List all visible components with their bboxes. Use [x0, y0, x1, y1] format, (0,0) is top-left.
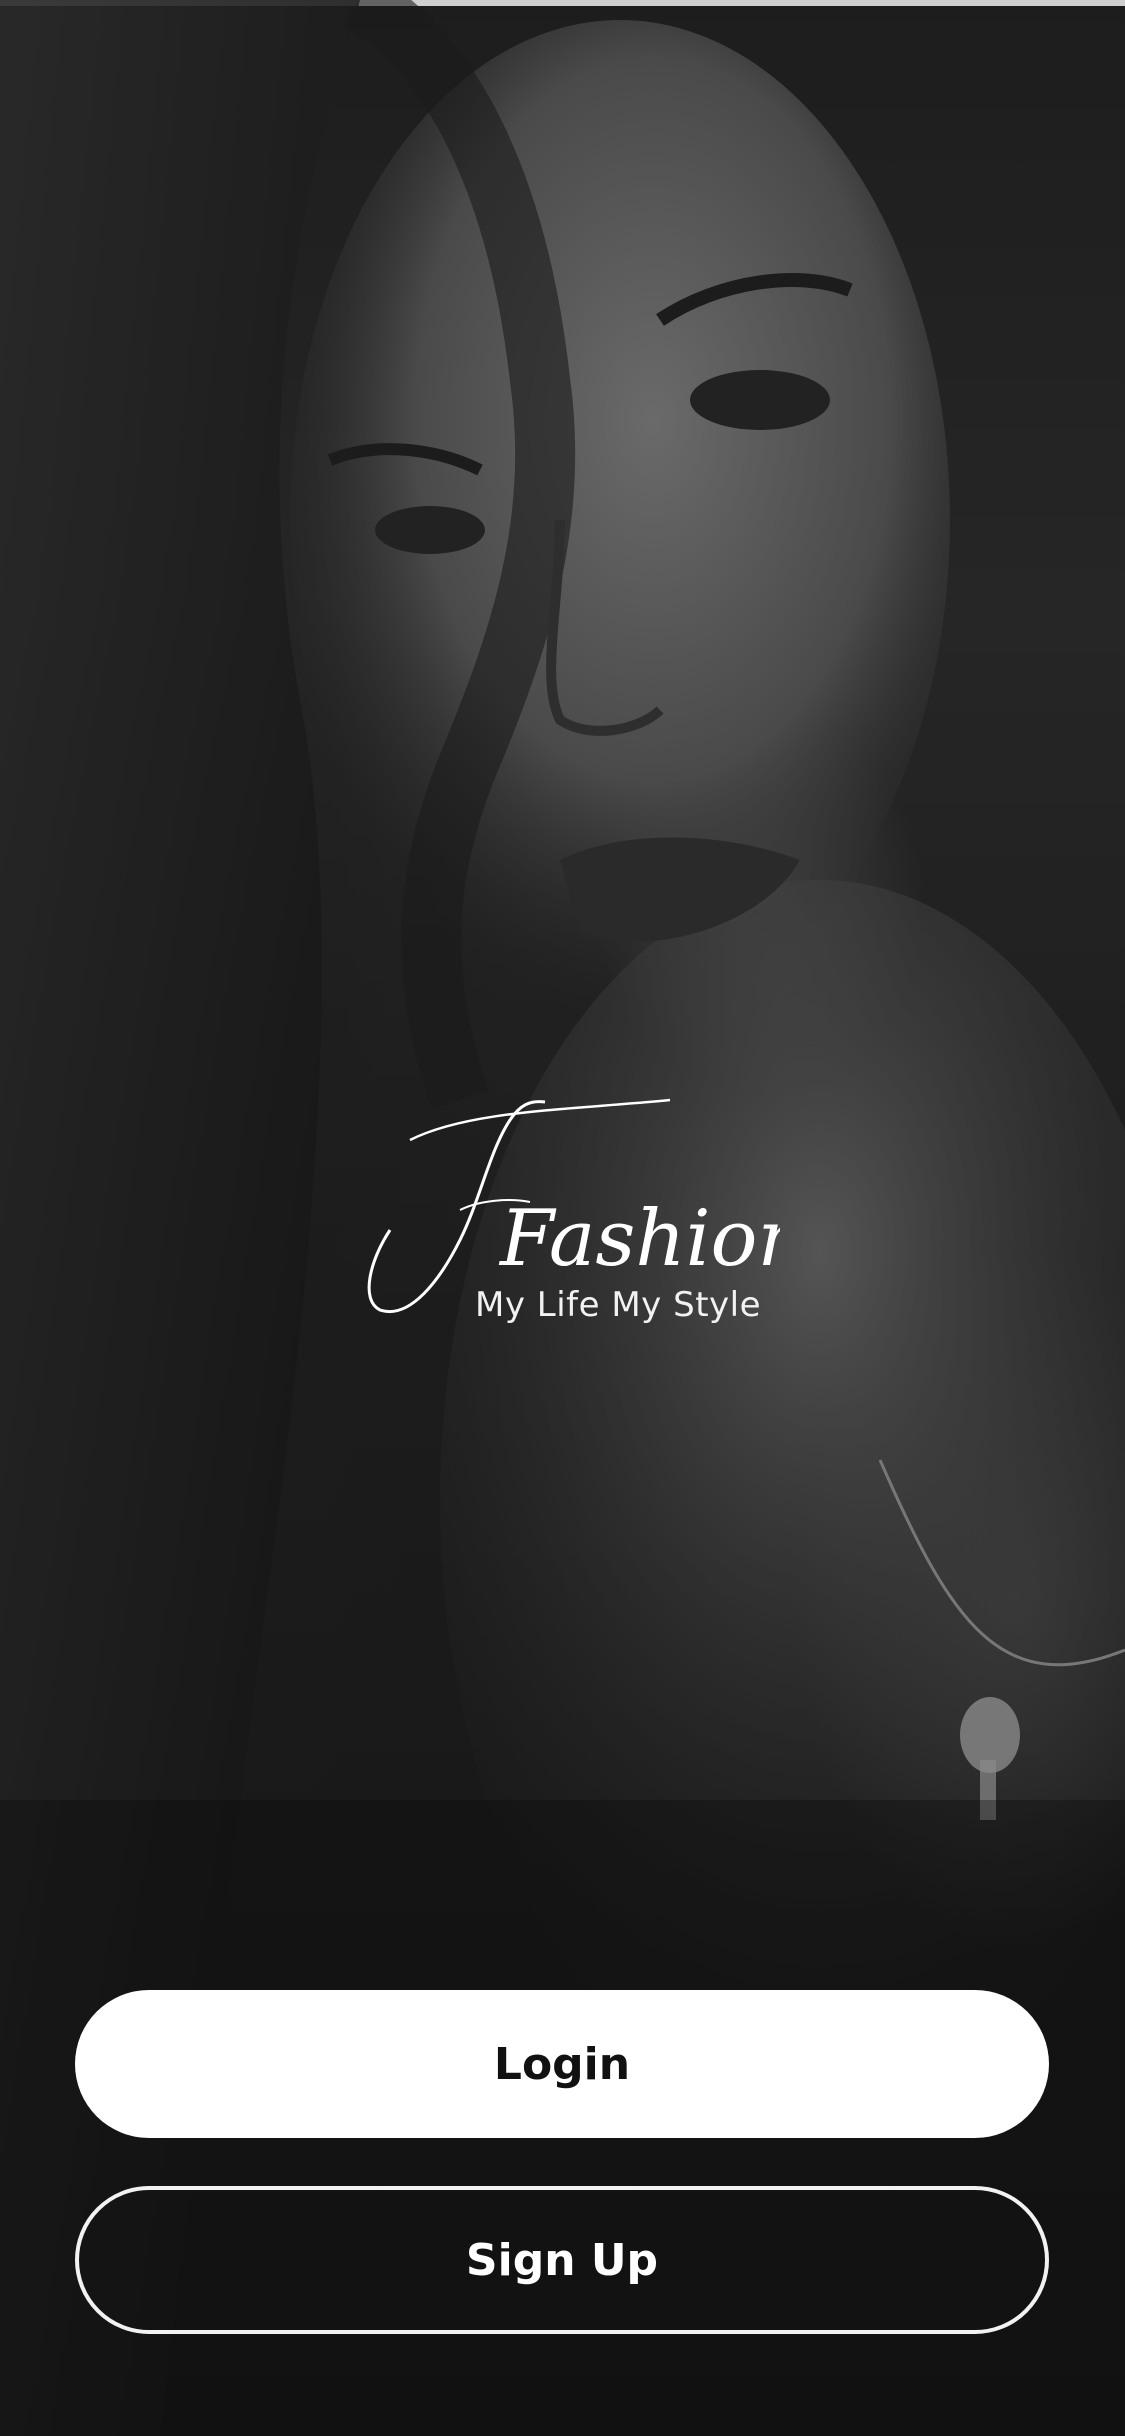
tagline: My Life My Style [475, 1285, 762, 1325]
login-button[interactable]: Login [75, 1990, 1049, 2138]
login-button-label: Login [493, 2038, 631, 2090]
signup-button[interactable]: Sign Up [75, 2186, 1049, 2334]
brand-logo: Fashions My Life My Style [350, 1090, 780, 1340]
logo-wordmark: Fashions [498, 1194, 780, 1284]
welcome-screen: Fashions My Life My Style Login Sign Up [0, 0, 1125, 2436]
signup-button-label: Sign Up [465, 2234, 659, 2286]
